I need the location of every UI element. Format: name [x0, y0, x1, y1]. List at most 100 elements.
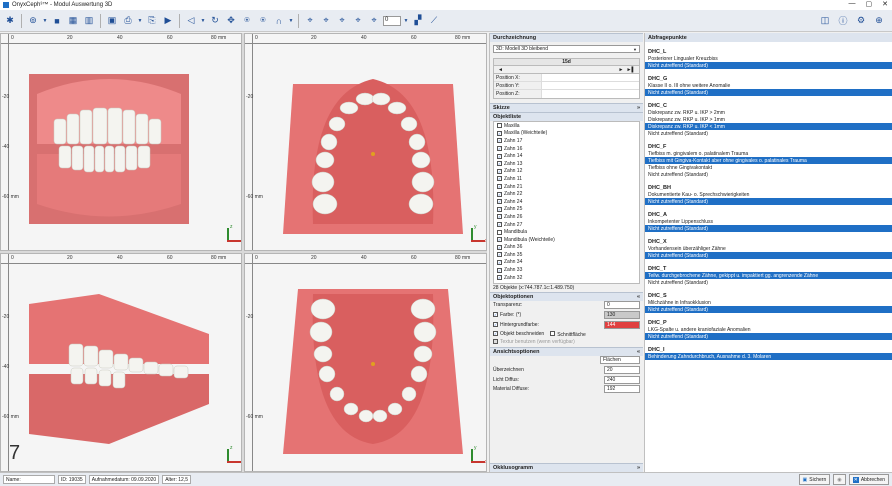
point-tool-4-icon[interactable]: ⌖: [351, 14, 365, 28]
layout-cols-icon[interactable]: ▥: [82, 14, 96, 28]
query-option[interactable]: Diskrepanz zw. RKP u. IKP < 1mm: [645, 123, 892, 130]
object-checkbox[interactable]: ✓: [497, 259, 502, 265]
window-layout-icon[interactable]: ◫: [818, 13, 832, 27]
background-checkbox[interactable]: ✓: [493, 321, 498, 327]
color-checkbox[interactable]: ✓: [493, 311, 498, 317]
section-objektliste[interactable]: Objektliste: [490, 112, 643, 121]
query-option[interactable]: Nicht zutreffend (Standard): [645, 130, 892, 137]
object-checkbox[interactable]: ✓: [497, 244, 502, 250]
confirm-button[interactable]: ◉: [833, 474, 846, 485]
transparency-input[interactable]: 0: [604, 301, 640, 310]
chevron-down-icon[interactable]: ▼: [288, 14, 294, 28]
query-option[interactable]: Diskrepanz zw. RKP u. IKP > 1mm: [645, 116, 892, 123]
material-input[interactable]: 192: [604, 385, 640, 394]
object-checkbox[interactable]: ✓: [497, 237, 502, 243]
point-tool-2-icon[interactable]: ⌖: [319, 14, 333, 28]
query-option[interactable]: Nicht zutreffend (Standard): [645, 62, 892, 69]
chevron-down-icon[interactable]: ▼: [42, 14, 48, 28]
position-x-value[interactable]: [541, 74, 639, 81]
query-option[interactable]: Inkompetenter Lippenschluss: [645, 218, 892, 225]
view-icon[interactable]: ⊚: [26, 14, 40, 28]
layout-1-icon[interactable]: ■: [50, 14, 64, 28]
point-tool-3-icon[interactable]: ⌖: [335, 14, 349, 28]
viewport-frontal[interactable]: 0 20 40 60 80 mm -20 -40 -60 mm z: [0, 33, 242, 251]
query-option[interactable]: Nicht zutreffend (Standard): [645, 252, 892, 259]
object-checkbox[interactable]: ✓: [497, 168, 502, 174]
query-option[interactable]: Behinderung Zahndurchbruch, Ausnahme d. …: [645, 353, 892, 360]
texture-checkbox[interactable]: [493, 339, 498, 345]
object-checkbox[interactable]: ✓: [497, 267, 502, 273]
point-tool-1-icon[interactable]: ⌖: [303, 14, 317, 28]
query-option[interactable]: Tiefbiss mit Gingiva-Kontakt aber ohne g…: [645, 157, 892, 164]
object-checkbox[interactable]: ✓: [497, 161, 502, 167]
query-option[interactable]: Nicht zutreffend (Standard): [645, 333, 892, 340]
object-list-item[interactable]: ✓ Zahn 33: [494, 266, 639, 274]
object-list-item[interactable]: ✓ Zahn 17: [494, 137, 639, 145]
query-option[interactable]: Nicht zutreffend (Standard): [645, 306, 892, 313]
query-list[interactable]: DHC_L Posteriorer Lingualer Kreuzbiss Nich…: [645, 42, 892, 470]
section-okklusogramm[interactable]: Okklusogramm »: [490, 463, 643, 472]
color-input[interactable]: 130: [604, 310, 640, 319]
last-button[interactable]: ►▌: [627, 67, 636, 73]
query-option[interactable]: LKG-Spalte u. andere kraniofaziale Anoma…: [645, 326, 892, 333]
minimize-button[interactable]: —: [849, 0, 856, 8]
tooth-tool-2-icon[interactable]: ⍟: [256, 14, 270, 28]
next-button[interactable]: ►: [619, 67, 624, 73]
query-option[interactable]: Teilw. durchgebrochene Zähne, gekippt u.…: [645, 272, 892, 279]
background-input[interactable]: 144: [604, 320, 640, 329]
print-icon[interactable]: ⎙: [121, 14, 135, 28]
object-list-item[interactable]: ✓ Zahn 34: [494, 259, 639, 267]
object-checkbox[interactable]: ✓: [497, 176, 502, 182]
viewport-upper-occlusal[interactable]: 0 20 40 60 80 mm -20 -60 mm y: [244, 33, 487, 251]
chevron-down-icon[interactable]: ▼: [200, 14, 206, 28]
object-checkbox[interactable]: ✓: [497, 138, 502, 144]
object-checkbox[interactable]: [497, 229, 502, 235]
object-list-item[interactable]: ✓ Zahn 32: [494, 274, 639, 282]
rotate-icon[interactable]: ↻: [208, 14, 222, 28]
star-icon[interactable]: ✱: [3, 14, 17, 28]
object-list-item[interactable]: Maxilla: [494, 122, 639, 130]
object-checkbox[interactable]: ✓: [497, 222, 502, 228]
viewport-lower-occlusal[interactable]: 0 20 40 60 80 mm -20 -60 mm y: [244, 253, 487, 472]
query-option[interactable]: Nicht zutreffend (Standard): [645, 198, 892, 205]
object-checkbox[interactable]: [497, 123, 502, 129]
arch-icon[interactable]: ∩: [272, 14, 286, 28]
play-icon[interactable]: ▶: [161, 14, 175, 28]
query-option[interactable]: Nicht zutreffend (Standard): [645, 89, 892, 96]
object-list[interactable]: Maxilla ✓ Maxilla (Weichteile) ✓ Zahn 17 ✓ Zah…: [493, 121, 640, 284]
query-option[interactable]: Nicht zutreffend (Standard): [645, 279, 892, 286]
query-option[interactable]: Nicht zutreffend (Standard): [645, 171, 892, 178]
position-z-value[interactable]: [541, 90, 639, 98]
query-option[interactable]: Diskrepanz zw. RKP u. IKP > 2mm: [645, 109, 892, 116]
query-option[interactable]: Klasse II o. III ohne weitere Anomalie: [645, 82, 892, 89]
object-list-item[interactable]: ✓ Zahn 13: [494, 160, 639, 168]
query-option[interactable]: Tiefbiss m. gingivalem o. palatinalem Tr…: [645, 150, 892, 157]
query-option[interactable]: Tiefbiss ohne Gingivakontakt: [645, 164, 892, 171]
light-input[interactable]: 240: [604, 375, 640, 384]
object-list-item[interactable]: ✓ Zahn 24: [494, 198, 639, 206]
object-checkbox[interactable]: ✓: [497, 130, 502, 136]
object-checkbox[interactable]: ✓: [497, 275, 502, 281]
object-list-item[interactable]: ✓ Maxilla (Weichteile): [494, 130, 639, 138]
object-list-item[interactable]: ✓ Zahn 12: [494, 168, 639, 176]
object-checkbox[interactable]: ✓: [497, 153, 502, 159]
zoom-input[interactable]: 0: [383, 15, 401, 26]
object-list-item[interactable]: ✓ Zahn 36: [494, 244, 639, 252]
move-icon[interactable]: ✥: [224, 14, 238, 28]
section-durchzeichnung[interactable]: Durchzeichnung: [490, 33, 643, 42]
object-list-item[interactable]: Mandibula: [494, 228, 639, 236]
object-checkbox[interactable]: ✓: [497, 252, 502, 258]
object-list-item[interactable]: ✓ Zahn 22: [494, 190, 639, 198]
query-option[interactable]: Milchzähne in Infraokklusion: [645, 299, 892, 306]
chevron-down-icon[interactable]: ▼: [137, 14, 143, 28]
export-icon[interactable]: ⎘: [145, 14, 159, 28]
object-list-item[interactable]: ✓ Mandibula (Weichteile): [494, 236, 639, 244]
layout-4-icon[interactable]: ▦: [66, 14, 80, 28]
object-list-item[interactable]: ✓ Zahn 14: [494, 152, 639, 160]
object-list-item[interactable]: ✓ Zahn 26: [494, 213, 639, 221]
save-button[interactable]: ▣ Sichern: [798, 474, 831, 485]
object-checkbox[interactable]: ✓: [497, 199, 502, 205]
clip-checkbox[interactable]: ✓: [493, 331, 498, 337]
query-option[interactable]: Posteriorer Lingualer Kreuzbiss: [645, 55, 892, 62]
maximize-button[interactable]: ▢: [866, 0, 873, 8]
